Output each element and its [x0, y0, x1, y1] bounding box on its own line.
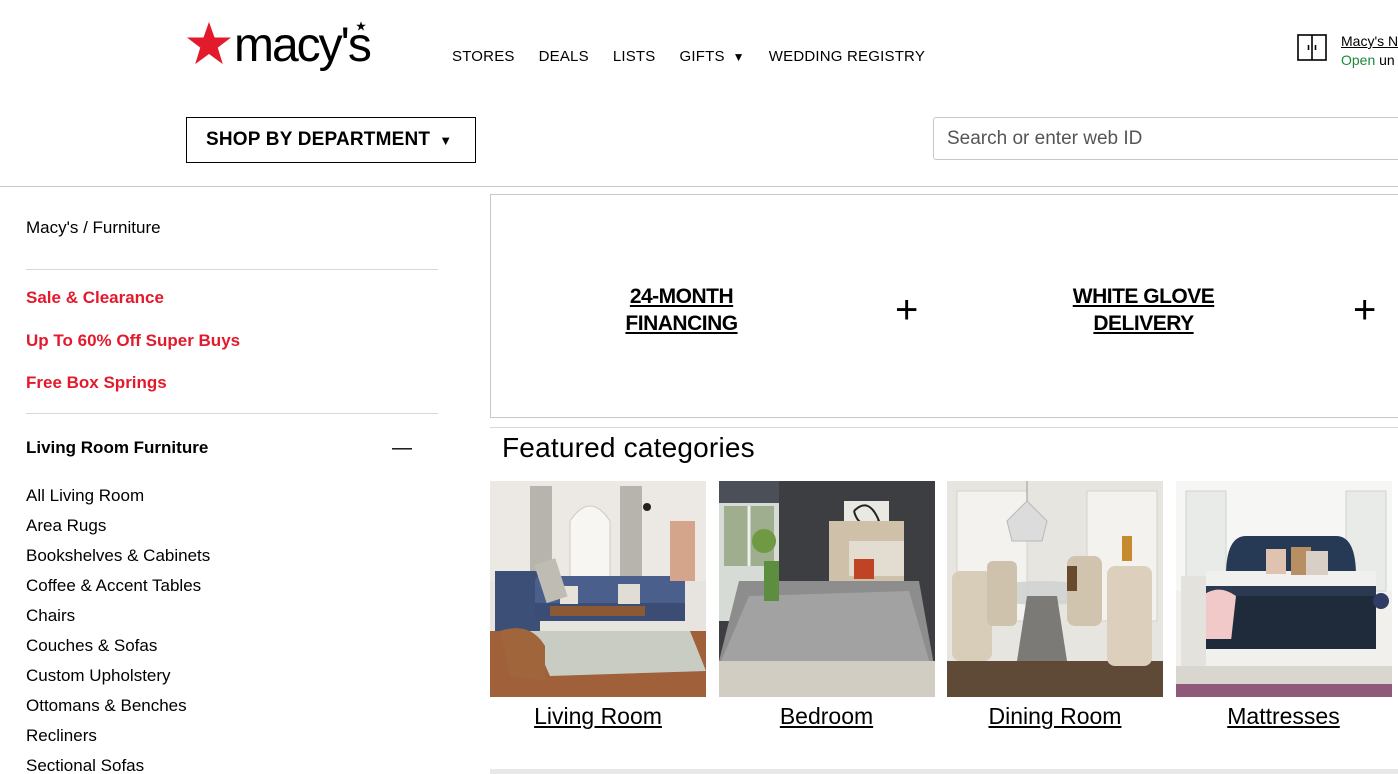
- divider: [490, 427, 1398, 428]
- dining-room-image[interactable]: [947, 481, 1163, 697]
- store-hours: un: [1379, 52, 1395, 68]
- promo-free-box-springs[interactable]: Free Box Springs: [26, 373, 438, 416]
- tile-label[interactable]: Dining Room: [947, 703, 1163, 730]
- caret-down-icon: ▼: [732, 49, 745, 64]
- nav-deals[interactable]: DEALS: [539, 48, 589, 65]
- promo-banner[interactable]: 24-MONTH FINANCING + WHITE GLOVE DELIVER…: [490, 194, 1398, 418]
- logo-wordmark: macy's: [234, 19, 372, 72]
- banner-financing: 24-MONTH FINANCING: [625, 285, 738, 335]
- tile-dining-room[interactable]: Dining Room: [947, 481, 1163, 730]
- featured-categories-title: Featured categories: [502, 432, 755, 463]
- store-name-link[interactable]: Macy's N: [1341, 32, 1398, 51]
- mattresses-image[interactable]: [1175, 481, 1392, 697]
- plus-icon: +: [895, 288, 919, 332]
- tile-label[interactable]: Living Room: [490, 703, 706, 730]
- star-icon: [186, 21, 232, 65]
- section-divider: [490, 769, 1398, 774]
- search-input[interactable]: [933, 117, 1398, 160]
- nav-stores[interactable]: STORES: [452, 48, 515, 65]
- site-header: macy's STORES DEALS LISTS GIFTS ▼ WEDDING…: [0, 0, 1398, 187]
- divider: [26, 412, 438, 414]
- promo-super-buys[interactable]: Up To 60% Off Super Buys: [26, 331, 438, 374]
- category-item[interactable]: Area Rugs: [26, 516, 438, 546]
- tile-living-room[interactable]: Living Room: [490, 481, 706, 730]
- tile-mattresses[interactable]: Mattresses: [1175, 481, 1392, 730]
- category-header-living-room[interactable]: Living Room Furniture —: [26, 437, 438, 460]
- store-widget[interactable]: Macy's N Open un: [1297, 32, 1398, 70]
- category-item[interactable]: Coffee & Accent Tables: [26, 576, 438, 606]
- category-item[interactable]: All Living Room: [26, 486, 438, 516]
- banner-white-glove: WHITE GLOVE DELIVERY: [1072, 285, 1215, 335]
- shop-by-department-button[interactable]: SHOP BY DEPARTMENT ▼: [186, 117, 476, 163]
- bedroom-image[interactable]: [718, 481, 935, 697]
- featured-tiles: Living Room Bedroom Dining Room Mattress…: [490, 481, 1398, 730]
- category-item[interactable]: Sectional Sofas: [26, 756, 438, 774]
- nav-gifts[interactable]: GIFTS ▼: [680, 48, 745, 65]
- sidebar: Macy's / Furniture Sale & Clearance Up T…: [26, 188, 438, 774]
- breadcrumb[interactable]: Macy's / Furniture: [26, 218, 438, 238]
- category-list: All Living Room Area Rugs Bookshelves & …: [26, 486, 438, 774]
- category-item[interactable]: Chairs: [26, 606, 438, 636]
- caret-down-icon: ▼: [439, 132, 453, 148]
- small-star-icon: [356, 21, 366, 31]
- tile-label[interactable]: Mattresses: [1176, 703, 1392, 730]
- top-nav: STORES DEALS LISTS GIFTS ▼ WEDDING REGIST…: [452, 48, 949, 65]
- tile-bedroom[interactable]: Bedroom: [718, 481, 935, 730]
- store-door-icon: [1297, 34, 1327, 61]
- category-item[interactable]: Recliners: [26, 726, 438, 756]
- plus-icon: +: [1353, 288, 1377, 332]
- promo-sale-clearance[interactable]: Sale & Clearance: [26, 288, 438, 331]
- category-item[interactable]: Custom Upholstery: [26, 666, 438, 696]
- store-info: Macy's N Open un: [1341, 32, 1398, 70]
- nav-wedding-registry[interactable]: WEDDING REGISTRY: [769, 48, 925, 65]
- living-room-image[interactable]: [490, 481, 706, 697]
- nav-lists[interactable]: LISTS: [613, 48, 656, 65]
- tile-label[interactable]: Bedroom: [719, 703, 935, 730]
- store-status: Open: [1341, 52, 1376, 68]
- promo-list: Sale & Clearance Up To 60% Off Super Buy…: [26, 270, 438, 416]
- category-item[interactable]: Ottomans & Benches: [26, 696, 438, 726]
- category-item[interactable]: Bookshelves & Cabinets: [26, 546, 438, 576]
- macys-logo[interactable]: macy's: [186, 19, 372, 72]
- collapse-icon[interactable]: —: [392, 437, 412, 460]
- category-item[interactable]: Couches & Sofas: [26, 636, 438, 666]
